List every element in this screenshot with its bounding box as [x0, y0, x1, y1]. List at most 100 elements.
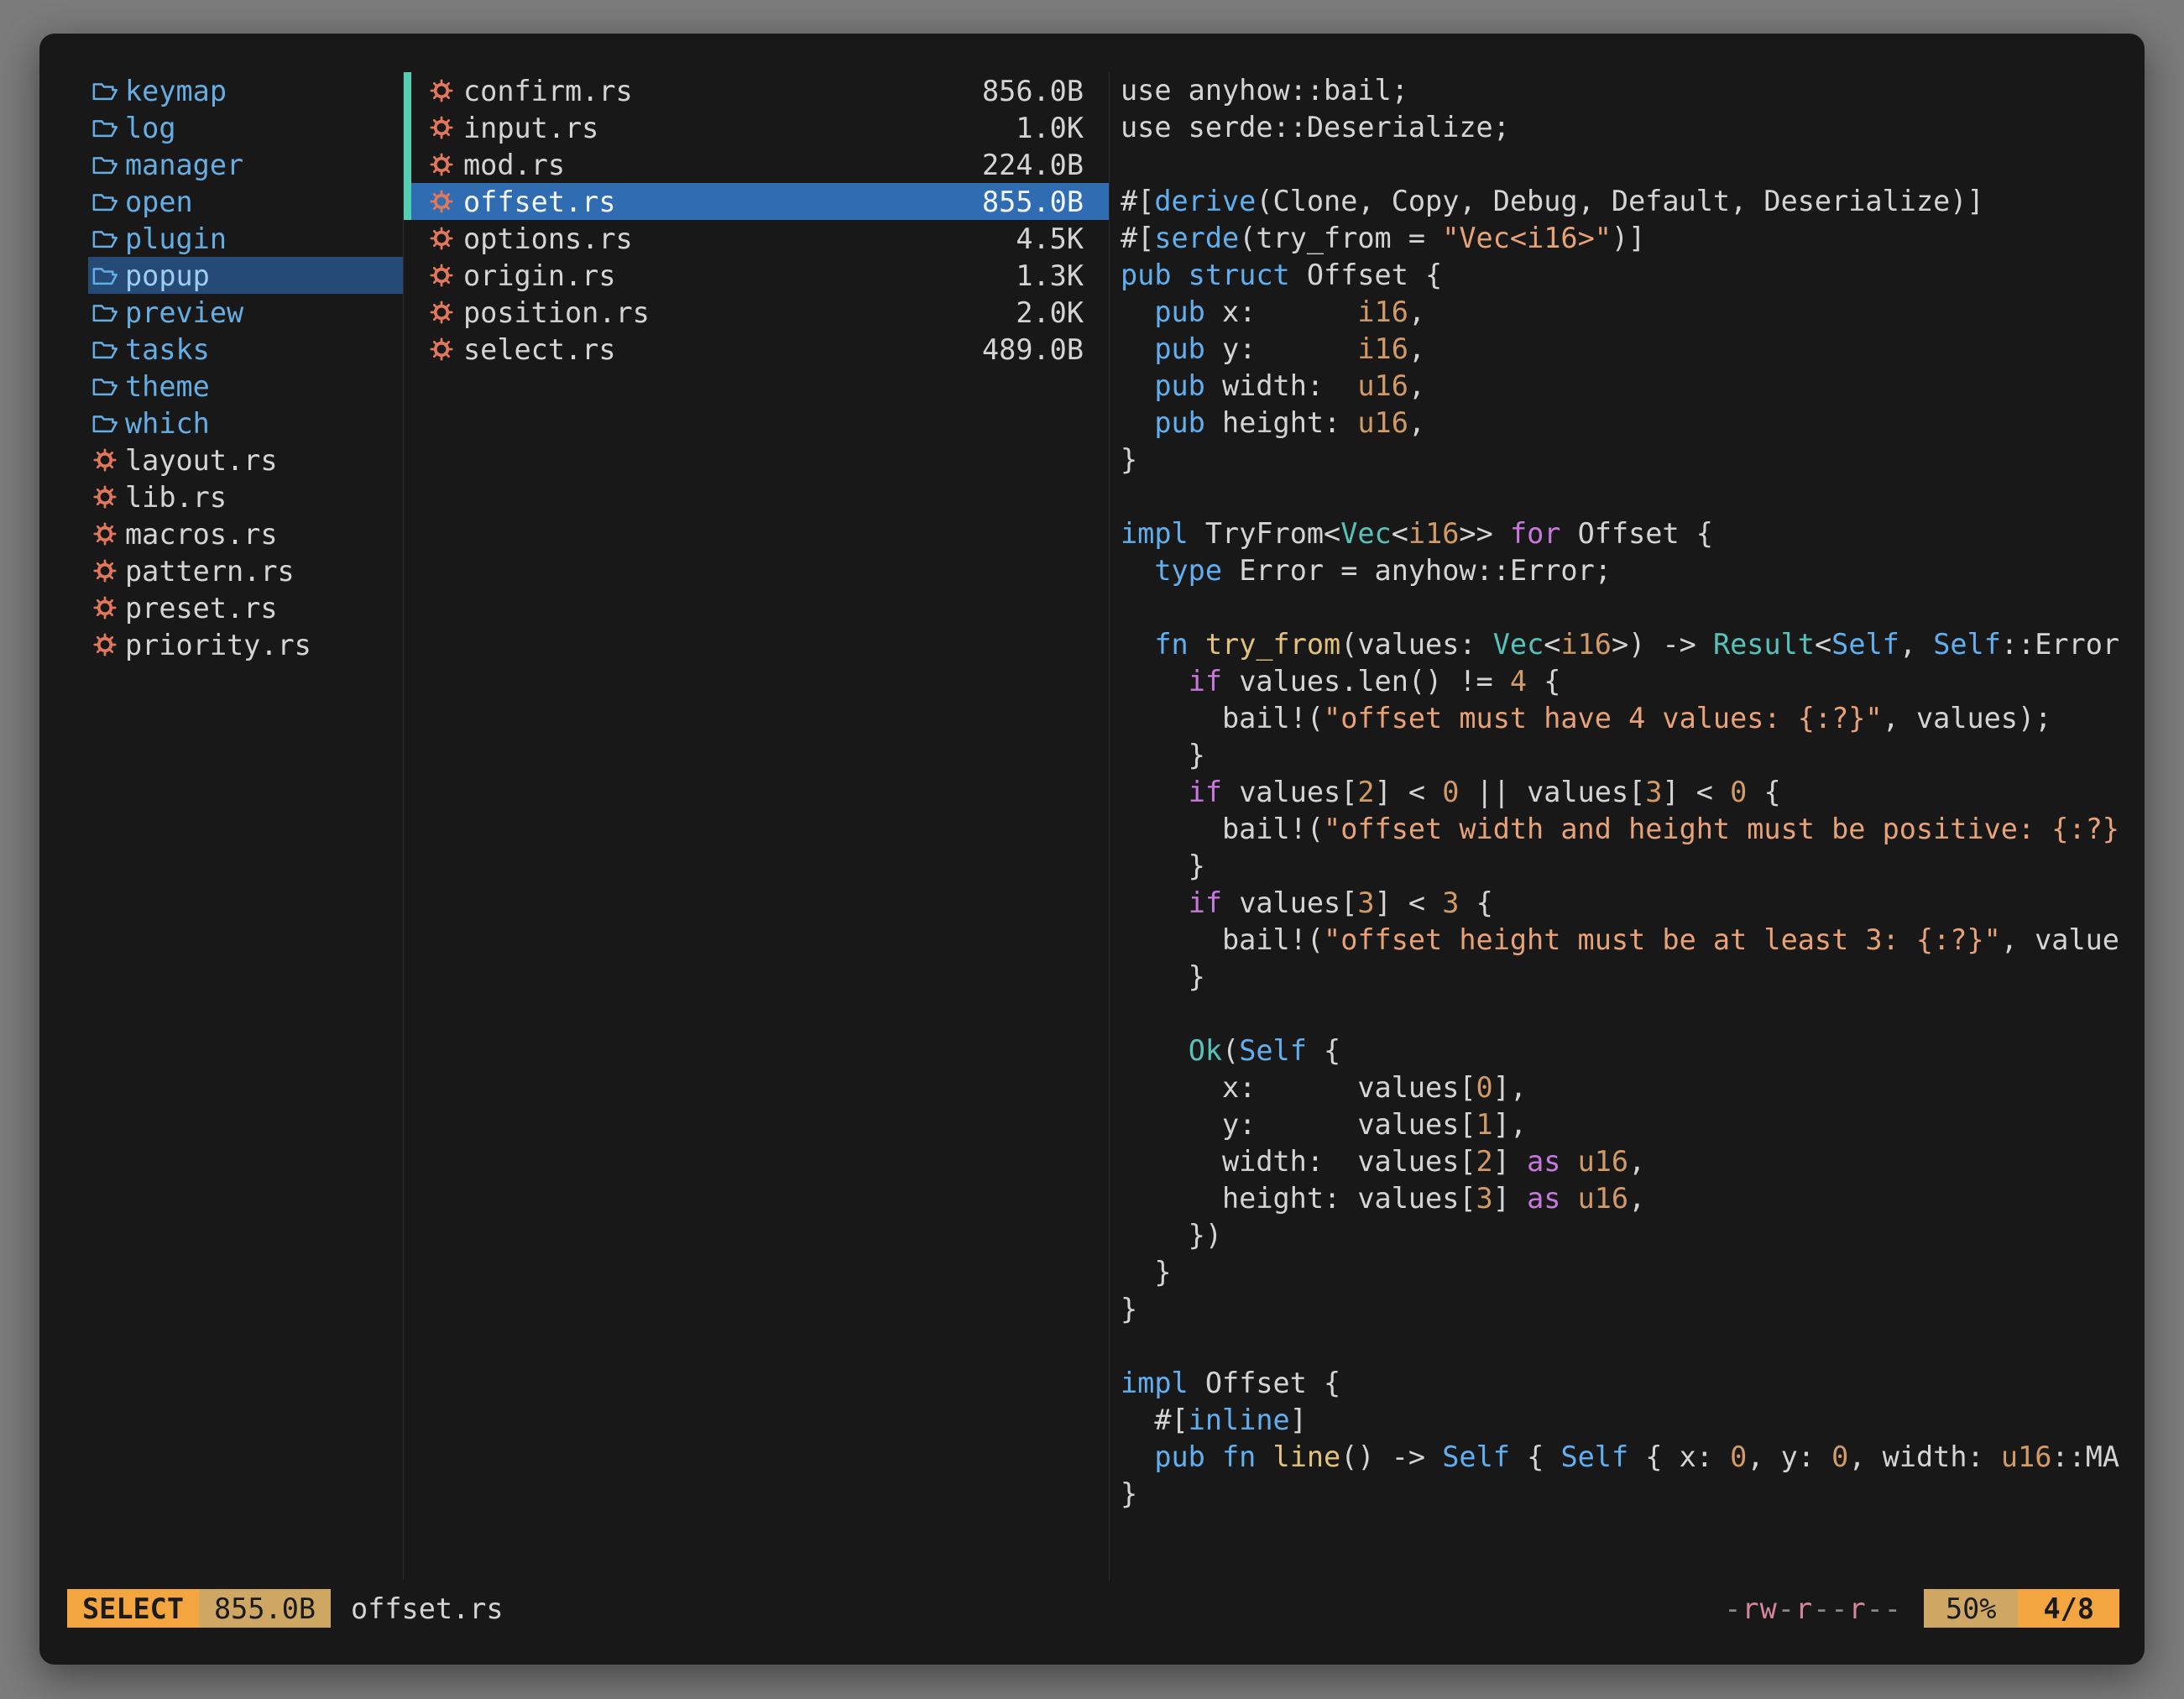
- rust-file-icon: [428, 190, 455, 213]
- code-line: use anyhow::bail;: [1121, 72, 2145, 109]
- file-size: 1.0K: [1016, 112, 1084, 144]
- rust-file-icon: [428, 264, 455, 287]
- file-name: confirm.rs: [463, 75, 633, 107]
- code-line: if values.len() != 4 {: [1121, 663, 2145, 700]
- status-filename: offset.rs: [351, 1592, 504, 1625]
- code-line: }: [1121, 1476, 2145, 1513]
- sidebar-item-label: tasks: [125, 333, 210, 366]
- visual-selection-marker: [404, 109, 411, 146]
- status-right-group: -rw-r--r-- 50% 4/8: [1724, 1589, 2119, 1628]
- sidebar-item-tasks[interactable]: tasks: [88, 331, 403, 368]
- visual-selection-marker: [404, 257, 411, 294]
- code-line: }: [1121, 1254, 2145, 1291]
- sidebar-item-label: macros.rs: [125, 518, 278, 551]
- sidebar-item-pattern-rs[interactable]: pattern.rs: [88, 552, 403, 589]
- sidebar-item-label: keymap: [125, 75, 227, 107]
- cursor-position-badge: 4/8: [2018, 1589, 2119, 1628]
- sidebar-item-popup[interactable]: popup: [88, 257, 403, 294]
- code-line: #[derive(Clone, Copy, Debug, Default, De…: [1121, 183, 2145, 220]
- code-line: y: values[1],: [1121, 1106, 2145, 1143]
- selected-size-badge: 855.0B: [199, 1589, 331, 1628]
- sidebar-item-preset-rs[interactable]: preset.rs: [88, 589, 403, 626]
- parent-pane[interactable]: keymap logmanageropenpluginpopup preview ta…: [39, 72, 403, 1581]
- rust-file-icon: [428, 153, 455, 176]
- file-row-mod-rs[interactable]: mod.rs224.0B: [404, 146, 1109, 183]
- file-row-confirm-rs[interactable]: confirm.rs 856.0B: [404, 72, 1109, 109]
- sidebar-item-preview[interactable]: preview: [88, 294, 403, 331]
- visual-selection-marker: [404, 146, 411, 183]
- visual-selection-marker: [404, 220, 411, 257]
- code-line: bail!("offset width and height must be p…: [1121, 811, 2145, 848]
- code-line: }: [1121, 442, 2145, 478]
- sidebar-item-log[interactable]: log: [88, 109, 403, 146]
- file-row-origin-rs[interactable]: origin.rs 1.3K: [404, 257, 1109, 294]
- code-line: bail!("offset height must be at least 3:…: [1121, 922, 2145, 959]
- file-name: offset.rs: [463, 186, 616, 218]
- sidebar-item-label: priority.rs: [125, 629, 311, 661]
- sidebar-item-label: preview: [125, 296, 243, 329]
- sidebar-item-which[interactable]: which: [88, 405, 403, 442]
- sidebar-item-theme[interactable]: theme: [88, 368, 403, 405]
- sidebar-item-plugin[interactable]: plugin: [88, 220, 403, 257]
- rust-file-icon: [91, 522, 118, 546]
- file-row-position-rs[interactable]: position.rs2.0K: [404, 294, 1109, 331]
- code-line: width: values[2] as u16,: [1121, 1143, 2145, 1180]
- code-line: pub y: i16,: [1121, 331, 2145, 368]
- sidebar-item-lib-rs[interactable]: lib.rs: [88, 478, 403, 515]
- rust-file-icon: [428, 301, 455, 324]
- folder-icon: [91, 339, 118, 360]
- code-line: }: [1121, 737, 2145, 774]
- code-line: #[serde(try_from = "Vec<i16>")]: [1121, 220, 2145, 257]
- file-row-input-rs[interactable]: input.rs1.0K: [404, 109, 1109, 146]
- scroll-percentage-badge: 50%: [1924, 1589, 2019, 1628]
- file-row-select-rs[interactable]: select.rs489.0B: [404, 331, 1109, 368]
- mode-badge: SELECT: [67, 1589, 199, 1628]
- sidebar-item-label: layout.rs: [125, 444, 278, 477]
- folder-icon: [91, 228, 118, 249]
- code-line: type Error = anyhow::Error;: [1121, 552, 2145, 589]
- visual-selection-marker: [404, 331, 411, 368]
- file-name: origin.rs: [463, 259, 616, 292]
- sidebar-item-label: which: [125, 407, 210, 440]
- visual-selection-marker: [404, 72, 411, 109]
- file-row-options-rs[interactable]: options.rs4.5K: [404, 220, 1109, 257]
- current-pane[interactable]: confirm.rs 856.0Binput.rs1.0Kmod.rs224.0B…: [403, 72, 1110, 1581]
- sidebar-item-label: popup: [125, 259, 210, 292]
- panes: keymap logmanageropenpluginpopup preview ta…: [39, 72, 2145, 1581]
- file-name: select.rs: [463, 333, 616, 366]
- code-line: #[inline]: [1121, 1402, 2145, 1439]
- sidebar-item-macros-rs[interactable]: macros.rs: [88, 515, 403, 552]
- sidebar-item-manager[interactable]: manager: [88, 146, 403, 183]
- sidebar-item-keymap[interactable]: keymap: [88, 72, 403, 109]
- file-size: 1.3K: [1016, 259, 1084, 292]
- file-size: 4.5K: [1016, 222, 1084, 255]
- file-size: 224.0B: [982, 149, 1084, 181]
- sidebar-item-open[interactable]: open: [88, 183, 403, 220]
- code-line: if values[3] < 3 {: [1121, 885, 2145, 922]
- code-line: x: values[0],: [1121, 1069, 2145, 1106]
- folder-icon: [91, 413, 118, 434]
- sidebar-item-label: open: [125, 186, 193, 218]
- code-line: bail!("offset must have 4 values: {:?}",…: [1121, 700, 2145, 737]
- file-permissions: -rw-r--r--: [1724, 1592, 1902, 1625]
- sidebar-item-priority-rs[interactable]: priority.rs: [88, 626, 403, 663]
- code-line: if values[2] < 0 || values[3] < 0 {: [1121, 774, 2145, 811]
- rust-file-icon: [428, 337, 455, 361]
- rust-file-icon: [91, 448, 118, 472]
- folder-icon: [91, 154, 118, 175]
- sidebar-item-label: log: [125, 112, 176, 144]
- code-line: }: [1121, 959, 2145, 996]
- folder-icon: [91, 376, 118, 397]
- file-row-offset-rs[interactable]: offset.rs855.0B: [404, 183, 1109, 220]
- preview-pane[interactable]: use anyhow::bail;use serde::Deserialize;…: [1110, 72, 2145, 1581]
- folder-icon: [91, 265, 118, 286]
- code-line: pub fn line() -> Self { Self { x: 0, y: …: [1121, 1439, 2145, 1476]
- folder-icon: [91, 191, 118, 212]
- file-size: 856.0B: [982, 75, 1084, 107]
- code-line: pub height: u16,: [1121, 405, 2145, 442]
- visual-selection-marker: [404, 294, 411, 331]
- code-line: Ok(Self {: [1121, 1032, 2145, 1069]
- rust-file-icon: [91, 485, 118, 509]
- code-line: [1121, 478, 2145, 515]
- sidebar-item-layout-rs[interactable]: layout.rs: [88, 442, 403, 478]
